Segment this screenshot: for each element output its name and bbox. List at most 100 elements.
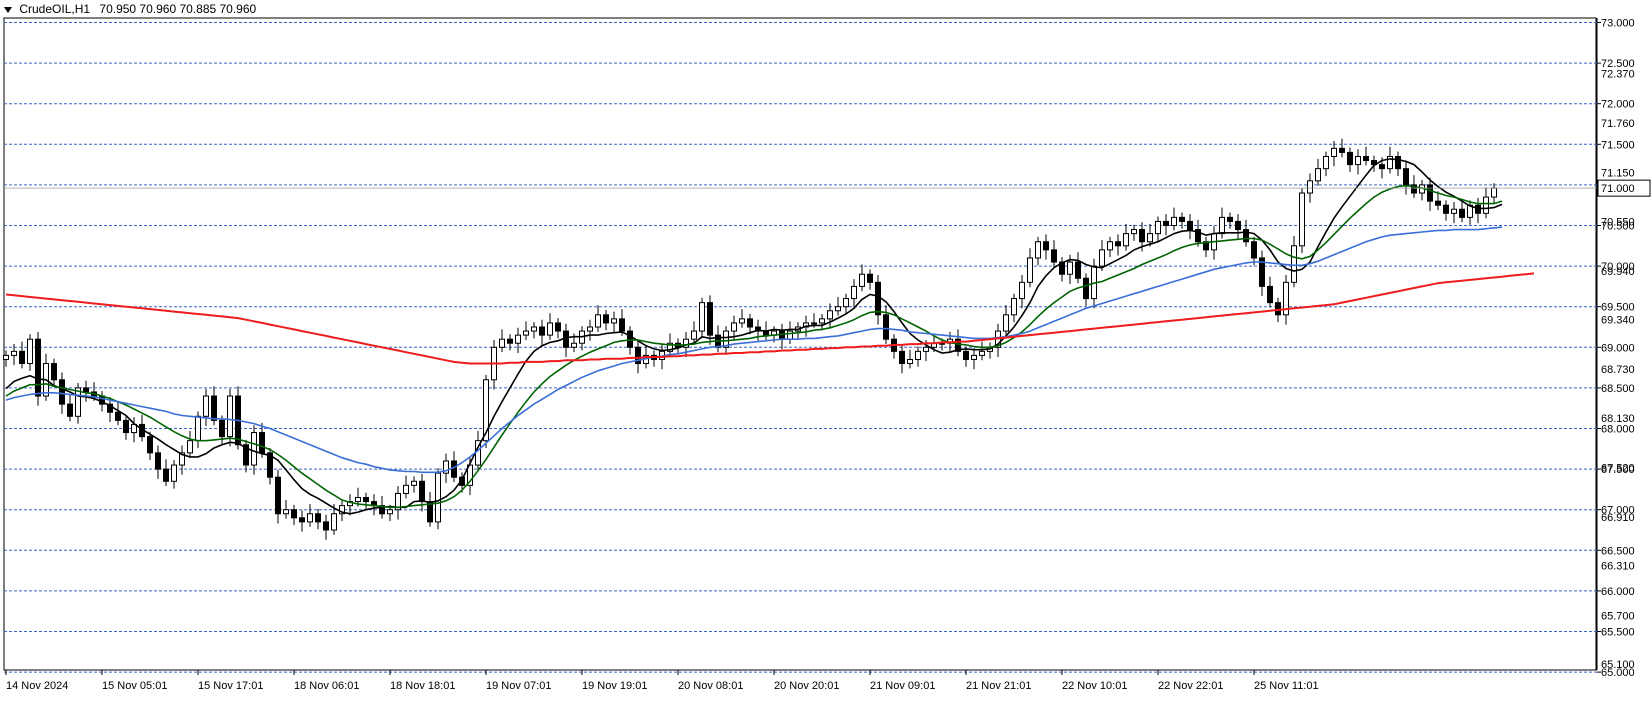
price-level-label: 68.000 xyxy=(1601,424,1635,436)
candle-body xyxy=(307,513,313,523)
moving-average-line xyxy=(5,158,1503,515)
candle-body xyxy=(259,432,265,454)
candle-body xyxy=(915,350,921,360)
candle-body xyxy=(1331,147,1337,157)
candle-body xyxy=(1155,220,1161,235)
candle-body xyxy=(547,322,553,336)
candle-body xyxy=(1019,281,1025,300)
price-level-label: 72.000 xyxy=(1601,99,1635,111)
time-axis-label: 20 Nov 08:01 xyxy=(678,680,743,692)
candle-body xyxy=(1027,257,1033,283)
time-axis-label: 15 Nov 05:01 xyxy=(102,680,167,692)
candle-body xyxy=(1251,241,1257,259)
candle-body xyxy=(299,517,305,523)
price-scale-tick-label: 70.550 xyxy=(1601,216,1635,228)
time-axis-label: 14 Nov 2024 xyxy=(6,680,68,692)
candle-body xyxy=(523,330,529,336)
time-axis-label: 20 Nov 20:01 xyxy=(774,680,839,692)
candle-body xyxy=(1123,233,1129,247)
candle-body xyxy=(1083,277,1089,300)
candle-body xyxy=(851,285,857,300)
candle-body xyxy=(147,436,153,454)
price-level-label: 68.500 xyxy=(1601,383,1635,395)
candle-body xyxy=(971,354,977,360)
candle-body xyxy=(331,513,337,531)
candle-body xyxy=(883,314,889,340)
candle-body xyxy=(571,342,577,348)
candle-body xyxy=(211,395,217,421)
candle-body xyxy=(195,415,201,442)
candle-body xyxy=(1395,155,1401,170)
candle-body xyxy=(1443,204,1449,214)
candle-body xyxy=(899,350,905,365)
candle-body xyxy=(387,509,393,515)
candle-body xyxy=(1403,168,1409,186)
candle-body xyxy=(1035,241,1041,259)
candle-body xyxy=(1299,192,1305,247)
candle-body xyxy=(507,338,513,344)
price-scale-tick-label: 67.520 xyxy=(1601,462,1635,474)
candle-body xyxy=(699,302,705,332)
candle-body xyxy=(587,326,593,332)
candle-body xyxy=(27,338,33,365)
time-axis-label: 18 Nov 06:01 xyxy=(294,680,359,692)
candle-body xyxy=(251,432,257,466)
candle-body xyxy=(499,338,505,348)
candle-body xyxy=(1323,155,1329,170)
price-scale-tick-label: 71.760 xyxy=(1601,118,1635,130)
time-axis-label: 21 Nov 09:01 xyxy=(870,680,935,692)
candle-body xyxy=(819,318,825,324)
candle-body xyxy=(843,298,849,308)
candle-body xyxy=(563,330,569,348)
price-scale-tick-label: 65.100 xyxy=(1601,659,1635,671)
candle-body xyxy=(451,460,457,478)
candle-body xyxy=(827,310,833,320)
candle-body xyxy=(291,509,297,519)
price-scale-tick-label: 69.340 xyxy=(1601,315,1635,327)
price-scale-tick-label: 68.730 xyxy=(1601,364,1635,376)
candle-body xyxy=(1435,200,1441,206)
candle-body xyxy=(1355,155,1361,166)
time-axis-label: 18 Nov 18:01 xyxy=(390,680,455,692)
candle-body xyxy=(411,480,417,486)
price-chart[interactable]: 73.00072.50072.00071.50071.00070.50070.0… xyxy=(0,0,1651,706)
candle-body xyxy=(187,440,193,454)
candle-body xyxy=(603,314,609,324)
candle-body xyxy=(627,330,633,348)
candle-body xyxy=(1307,180,1313,194)
candle-body xyxy=(35,338,41,397)
candle-body xyxy=(1051,249,1057,263)
candle-body xyxy=(1115,241,1121,247)
candle-body xyxy=(1107,241,1113,251)
candle-body xyxy=(515,334,521,344)
candle-body xyxy=(787,330,793,340)
candle-body xyxy=(163,468,169,482)
candle-body xyxy=(1379,164,1385,170)
candle-body xyxy=(315,513,321,523)
candle-body xyxy=(203,395,209,417)
candle-body xyxy=(363,497,369,503)
candle-body xyxy=(1179,216,1185,222)
candle-body xyxy=(283,509,289,515)
candle-body xyxy=(1139,229,1145,243)
time-axis-label: 19 Nov 19:01 xyxy=(582,680,647,692)
price-level-label: 66.500 xyxy=(1601,545,1635,557)
candle-body xyxy=(1475,204,1481,214)
candle-body xyxy=(619,318,625,332)
candle-body xyxy=(859,273,865,287)
price-level-label: 66.000 xyxy=(1601,586,1635,598)
price-level-label: 71.500 xyxy=(1601,139,1635,151)
candle-body xyxy=(1315,168,1321,182)
candle-body xyxy=(907,358,913,365)
price-level-label: 69.500 xyxy=(1601,302,1635,314)
candle-body xyxy=(59,379,65,405)
price-scale-tick-label: 72.370 xyxy=(1601,69,1635,81)
candle-body xyxy=(67,403,73,417)
price-scale-tick-label: 66.310 xyxy=(1601,561,1635,573)
candle-body xyxy=(323,521,329,531)
candle-body xyxy=(1451,208,1457,214)
candle-body xyxy=(11,350,17,356)
candle-body xyxy=(19,350,25,365)
candle-body xyxy=(83,387,89,393)
candle-body xyxy=(1347,151,1353,166)
